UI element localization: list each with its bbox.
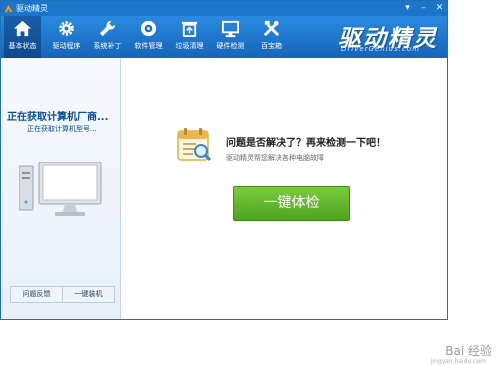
- checklist-icon: [177, 128, 212, 162]
- status-sidebar: 正在获取计算机厂商... 正在获取计算机型号... 问题反馈 一键装机: [1, 58, 121, 319]
- logo-domain: DriverGenius.com: [341, 45, 420, 53]
- brand-logo: 驱动精灵 DriverGenius.com: [338, 21, 444, 55]
- tab-drivers[interactable]: 驱动程序: [48, 16, 85, 58]
- app-window: 驱动精灵 ▾ – ✕ 基本状态 驱动程序 系统补丁 软件管理 垃圾清理 硬件检测…: [0, 0, 448, 320]
- recycle-icon: [181, 21, 198, 38]
- feedback-button[interactable]: 问题反馈: [11, 287, 62, 302]
- tab-software[interactable]: 软件管理: [130, 16, 167, 58]
- window-title: 驱动精灵: [16, 4, 48, 13]
- wrench-icon: [99, 20, 116, 37]
- tab-basic-status[interactable]: 基本状态: [4, 16, 41, 58]
- sidebar-buttons: 问题反馈 一键装机: [10, 286, 115, 303]
- tab-cleanup[interactable]: 垃圾清理: [171, 16, 208, 58]
- home-icon: [13, 20, 32, 37]
- computer-illustration-icon: [19, 162, 102, 216]
- tab-label: 垃圾清理: [175, 42, 204, 50]
- close-button[interactable]: ✕: [434, 3, 445, 14]
- window-controls: ▾ – ✕: [402, 1, 445, 16]
- tab-label: 百宝箱: [261, 42, 282, 50]
- tab-label: 软件管理: [134, 42, 163, 50]
- watermark: Bai 经验: [445, 344, 492, 358]
- main-panel: 问题是否解决了？再来检测一下吧！ 驱动精灵帮您解决各种电脑故障 一键体检: [121, 58, 447, 319]
- menu-arrow-icon[interactable]: ▾: [402, 3, 413, 14]
- prompt-title: 问题是否解决了？再来检测一下吧！: [226, 138, 386, 149]
- tab-label: 硬件检测: [216, 42, 245, 50]
- tab-hardware[interactable]: 硬件检测: [212, 16, 249, 58]
- tab-label: 系统补丁: [93, 42, 122, 50]
- monitor-icon: [221, 20, 240, 38]
- disc-icon: [140, 20, 157, 37]
- watermark-url: jingyan.baidu.com: [430, 358, 486, 365]
- tab-patches[interactable]: 系统补丁: [89, 16, 126, 58]
- title-bar[interactable]: 驱动精灵 ▾ – ✕: [1, 1, 447, 16]
- tab-label: 基本状态: [8, 42, 37, 50]
- main-toolbar: 基本状态 驱动程序 系统补丁 软件管理 垃圾清理 硬件检测 百宝箱 驱动精灵 D…: [1, 16, 447, 58]
- one-click-check-button[interactable]: 一键体检: [233, 186, 350, 221]
- tab-label: 驱动程序: [52, 42, 81, 50]
- prompt-subtitle: 驱动精灵帮您解决各种电脑故障: [226, 154, 324, 162]
- one-click-install-button[interactable]: 一键装机: [62, 287, 114, 302]
- tools-icon: [263, 20, 280, 37]
- gear-icon: [59, 21, 74, 36]
- app-logo-icon: [4, 4, 13, 13]
- status-subtitle: 正在获取计算机型号...: [27, 125, 97, 133]
- status-title: 正在获取计算机厂商...: [7, 112, 109, 123]
- tab-toolbox[interactable]: 百宝箱: [253, 16, 290, 58]
- minimize-button[interactable]: –: [418, 3, 429, 14]
